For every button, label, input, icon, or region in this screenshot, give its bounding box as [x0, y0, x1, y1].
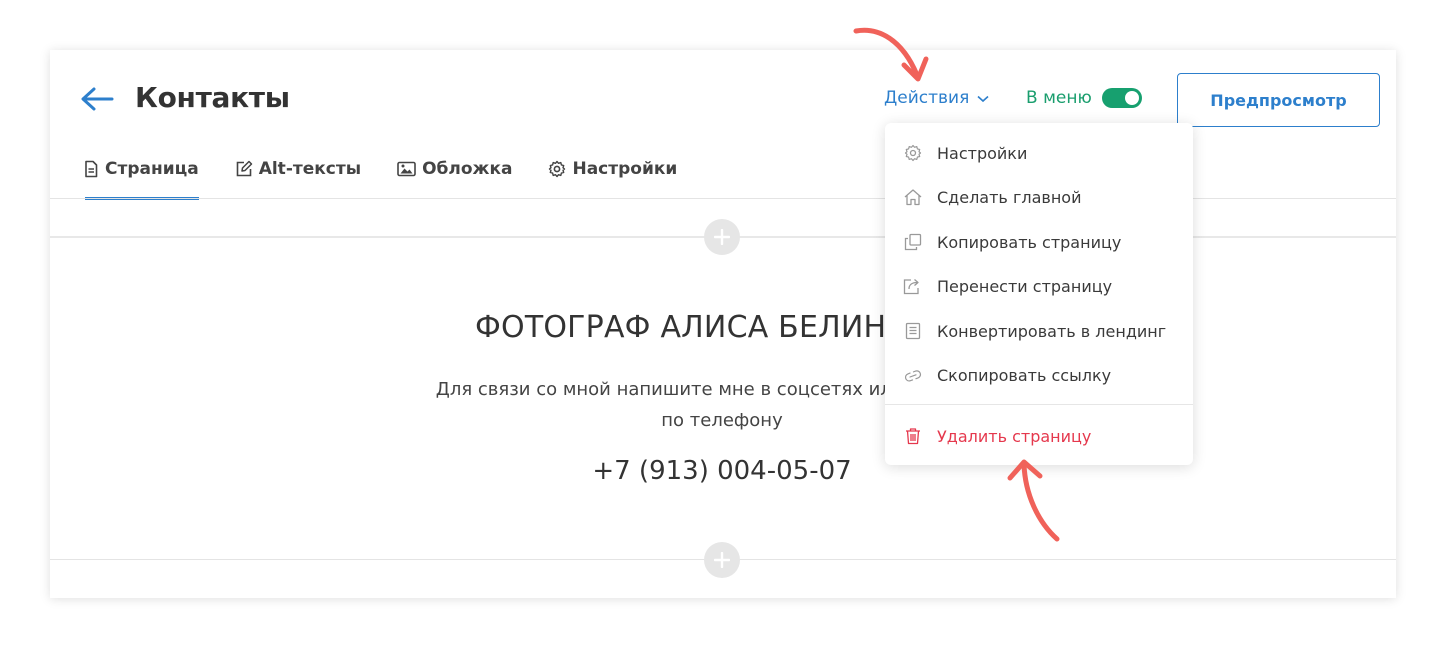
menu-item-make-home[interactable]: Сделать главной — [885, 177, 1193, 217]
back-arrow-icon[interactable] — [80, 86, 114, 112]
menu-item-label: Копировать страницу — [937, 232, 1122, 252]
menu-item-label: Конвертировать в лендинг — [937, 321, 1167, 341]
actions-dropdown-menu: Настройки Сделать главной Копировать стр… — [885, 123, 1193, 465]
pencil-icon — [236, 160, 252, 177]
menu-item-label: Настройки — [937, 143, 1028, 163]
home-icon — [904, 189, 922, 206]
copy-icon — [904, 233, 922, 251]
tab-bar: Страница Alt-тексты Обложка Настройки — [83, 154, 713, 200]
page-editor-card: Контакты Действия В меню Предпросмотр Ст… — [50, 50, 1396, 598]
tab-label: Обложка — [422, 159, 513, 179]
document-icon — [85, 160, 98, 178]
actions-dropdown-button[interactable]: Действия — [884, 88, 989, 108]
tab-label: Страница — [105, 159, 199, 179]
image-icon — [397, 161, 416, 177]
trash-icon — [906, 428, 920, 445]
menu-item-label: Удалить страницу — [937, 426, 1092, 446]
plus-icon — [714, 229, 730, 245]
menu-item-convert-landing[interactable]: Конвертировать в лендинг — [885, 311, 1193, 351]
menu-toggle-group: В меню — [1026, 88, 1142, 108]
preview-button[interactable]: Предпросмотр — [1177, 73, 1380, 127]
page-title: Контакты — [135, 81, 290, 114]
actions-label: Действия — [884, 88, 970, 108]
tab-label: Alt-тексты — [258, 159, 362, 179]
chevron-down-icon — [977, 95, 989, 103]
gear-icon — [549, 160, 566, 178]
menu-item-copy-page[interactable]: Копировать страницу — [885, 222, 1193, 262]
menu-item-settings[interactable]: Настройки — [885, 133, 1193, 173]
menu-item-delete-page[interactable]: Удалить страницу — [885, 416, 1193, 456]
tab-cover[interactable]: Обложка — [397, 154, 512, 184]
menu-toggle-switch[interactable] — [1101, 88, 1142, 108]
link-icon — [904, 370, 922, 382]
add-block-button-bottom[interactable] — [704, 542, 740, 578]
document-icon — [905, 322, 921, 340]
plus-icon — [714, 552, 730, 568]
menu-toggle-label: В меню — [1026, 88, 1092, 108]
share-icon — [903, 279, 919, 295]
tabs-divider — [50, 198, 1396, 199]
menu-item-label: Сделать главной — [937, 187, 1082, 207]
gear-icon — [904, 144, 922, 162]
tab-page[interactable]: Страница — [83, 154, 199, 200]
menu-item-label: Перенести страницу — [937, 276, 1113, 296]
menu-separator — [885, 404, 1193, 405]
menu-item-move-page[interactable]: Перенести страницу — [885, 266, 1193, 306]
tab-settings[interactable]: Настройки — [548, 154, 677, 184]
tab-alt-texts[interactable]: Alt-тексты — [235, 154, 361, 184]
menu-item-copy-link[interactable]: Скопировать ссылку — [885, 355, 1193, 395]
menu-item-label: Скопировать ссылку — [937, 365, 1112, 385]
add-block-button-top[interactable] — [704, 219, 740, 255]
tab-label: Настройки — [572, 159, 678, 179]
toggle-knob — [1124, 91, 1139, 105]
